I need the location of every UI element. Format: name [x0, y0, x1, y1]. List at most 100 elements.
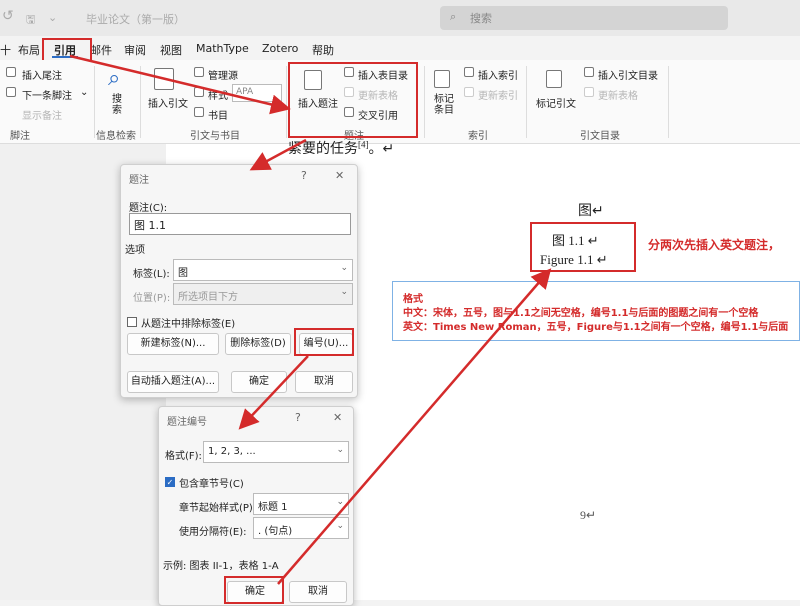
chevron-down-icon: ⌄	[336, 497, 344, 507]
example-text: 示例: 图表 II-1，表格 1-A	[163, 561, 279, 572]
tab-view[interactable]: 视图	[160, 42, 182, 58]
insert-endnote-button[interactable]: 插入尾注	[22, 67, 62, 82]
cancel-button[interactable]: 取消	[295, 371, 353, 393]
exclude-label-checkbox[interactable]	[127, 317, 137, 327]
chevron-down-icon: ⌄	[340, 263, 348, 273]
chevron-down-icon: ⌄	[336, 445, 344, 455]
highlight-captions-group	[288, 62, 418, 138]
separator-select[interactable]: . (句点) ⌄	[253, 517, 349, 539]
page-number: 9↵	[580, 508, 597, 522]
insert-toa-icon	[584, 67, 594, 77]
ribbon-separator	[94, 66, 95, 138]
more-icon[interactable]: ⌄	[48, 11, 57, 24]
update-index-button[interactable]: 更新索引	[478, 87, 518, 102]
bibliography-button[interactable]: 书目	[208, 107, 228, 122]
group-label-research: 信息检索	[96, 131, 136, 142]
position-field-label: 位置(P):	[133, 293, 171, 304]
update-index-icon	[464, 87, 474, 97]
label-select[interactable]: 图 ⌄	[173, 259, 353, 281]
insert-citation-icon	[154, 68, 174, 90]
close-button[interactable]: ✕	[335, 169, 344, 182]
style-icon	[194, 87, 204, 97]
delete-label-button[interactable]: 删除标签(D)	[225, 333, 291, 355]
mark-entry-button[interactable]: 标记条目	[434, 94, 456, 116]
doc-title: 毕业论文（第一版）	[86, 13, 185, 26]
doc-text-line: 紧要的任务[4]。↵	[288, 139, 395, 157]
menu-file-edge[interactable]: 十	[0, 42, 11, 58]
highlight-captions	[530, 222, 636, 272]
highlight-numbering-button	[294, 328, 354, 356]
separator-label: 使用分隔符(E):	[179, 527, 247, 538]
ribbon-separator	[668, 66, 669, 138]
chevron-down-icon: ⌄	[340, 287, 348, 297]
chevron-down-icon[interactable]: ⌄	[80, 87, 88, 98]
manage-sources-icon	[194, 67, 204, 77]
insert-citation-button[interactable]: 插入引文	[148, 95, 188, 110]
numbering-dialog-title: 题注编号	[167, 417, 207, 428]
mark-entry-icon	[434, 70, 450, 88]
highlight-references-tab	[42, 38, 92, 62]
help-button[interactable]: ?	[301, 169, 307, 182]
menu-bar: 十 布局 引用 邮件 审阅 视图 MathType Zotero 帮助	[0, 36, 800, 60]
figure-placeholder: 图↵	[578, 204, 604, 219]
search-input[interactable]: 搜索	[470, 10, 492, 26]
update-toa-button[interactable]: 更新表格	[598, 87, 638, 102]
style-label: 样式	[208, 91, 228, 102]
mark-citation-button[interactable]: 标记引文	[536, 95, 576, 110]
chapter-style-label: 章节起始样式(P)	[179, 503, 253, 514]
ok-button[interactable]: 确定	[231, 371, 287, 393]
insert-index-button[interactable]: 插入索引	[478, 67, 518, 82]
insert-index-icon	[464, 67, 474, 77]
style-select[interactable]: APA	[232, 84, 282, 102]
close-button[interactable]: ✕	[333, 411, 342, 424]
ribbon-separator	[424, 66, 425, 138]
tab-review[interactable]: 审阅	[124, 42, 146, 58]
tab-help[interactable]: 帮助	[312, 42, 334, 58]
options-label: 选项	[125, 245, 145, 256]
format-field-label: 格式(F):	[165, 451, 202, 462]
chapter-style-select[interactable]: 标题 1 ⌄	[253, 493, 349, 515]
update-toa-icon	[584, 87, 594, 97]
caption-field-label: 题注(C):	[129, 203, 168, 214]
show-notes-button[interactable]: 显示备注	[22, 107, 62, 122]
group-label-citations: 引文与书目	[190, 131, 240, 142]
tab-mailings[interactable]: 邮件	[90, 42, 112, 58]
endnote-icon	[6, 67, 16, 77]
chapter-style-value: 标题 1	[258, 502, 288, 513]
ribbon-separator	[140, 66, 141, 138]
new-label-button[interactable]: 新建标签(N)...	[127, 333, 219, 355]
label-select-value: 图	[178, 268, 188, 279]
group-label-index: 索引	[468, 131, 488, 142]
tab-layout[interactable]: 布局	[18, 42, 40, 58]
exclude-label-text: 从题注中排除标签(E)	[141, 319, 236, 330]
tab-zotero[interactable]: Zotero	[262, 42, 298, 55]
search-icon: ⌕	[108, 66, 121, 91]
help-button[interactable]: ?	[295, 411, 301, 424]
chevron-down-icon: ⌄	[336, 521, 344, 531]
search-box[interactable]: ⌕ 搜索	[440, 6, 728, 30]
auto-caption-button[interactable]: 自动插入题注(A)...	[127, 371, 219, 393]
include-chapter-checkbox[interactable]: ✓	[165, 477, 175, 487]
include-chapter-text: 包含章节号(C)	[179, 479, 244, 490]
format-select[interactable]: 1, 2, 3, ... ⌄	[203, 441, 349, 463]
manage-sources-button[interactable]: 管理源	[208, 67, 238, 82]
tab-mathtype[interactable]: MathType	[196, 42, 249, 55]
ribbon-separator	[286, 66, 287, 138]
format-select-value: 1, 2, 3, ...	[208, 446, 256, 457]
group-label-toa: 引文目录	[580, 131, 620, 142]
caption-dialog-title: 题注	[129, 175, 149, 186]
caption-input[interactable]: 图 1.1	[129, 213, 351, 235]
search-icon: ⌕	[450, 10, 457, 23]
title-bar: ↺ 🖫 ⌄ 毕业论文（第一版） ⌕ 搜索	[0, 0, 800, 36]
caption-dialog: 题注 ? ✕ 题注(C): 图 1.1 选项 标签(L): 图 ⌄ 位置(P): …	[120, 164, 358, 398]
ribbon-separator	[526, 66, 527, 138]
note-title: 格式	[403, 294, 423, 305]
note-english: 英文：Times New Roman，五号，Figure与1.1之间有一个空格，…	[403, 322, 789, 333]
save-icon[interactable]: 🖫	[26, 11, 35, 30]
undo-icon[interactable]: ↺	[2, 8, 14, 24]
note-chinese: 中文：宋体，五号，图与1.1之间无空格，编号1.1与后面的图题之间有一个空格	[403, 308, 759, 319]
next-footnote-button[interactable]: 下一条脚注	[22, 87, 72, 102]
insert-toa-button[interactable]: 插入引文目录	[598, 67, 658, 82]
search-button[interactable]: 搜索	[112, 94, 124, 116]
position-select[interactable]: 所选项目下方 ⌄	[173, 283, 353, 305]
